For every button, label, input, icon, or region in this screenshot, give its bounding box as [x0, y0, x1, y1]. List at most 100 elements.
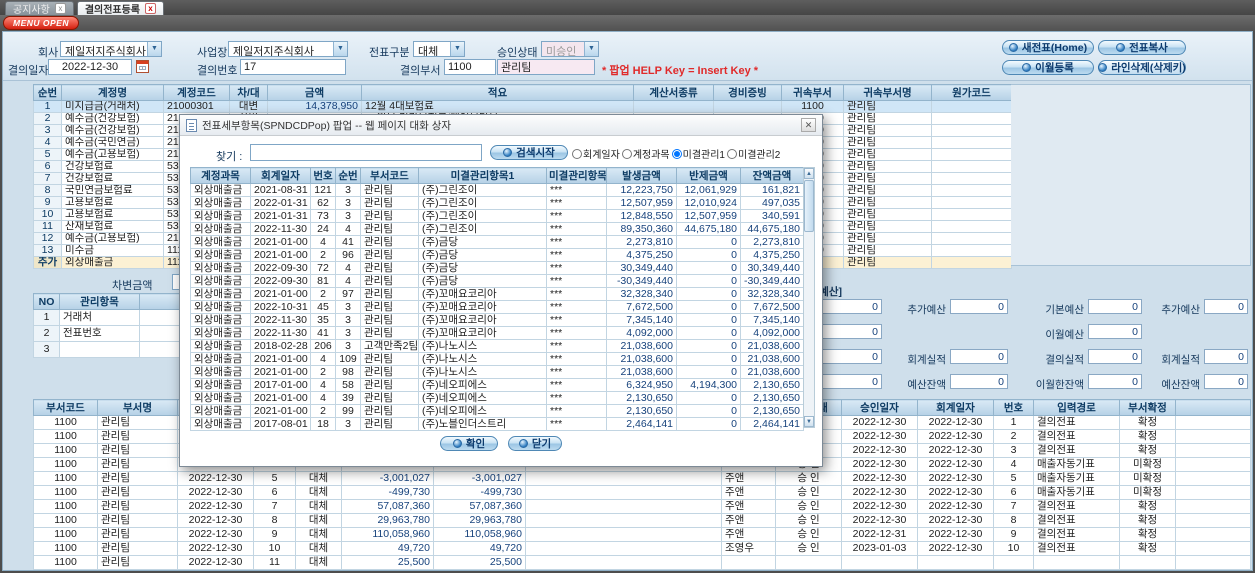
table-cell[interactable]: ***: [546, 196, 607, 210]
table-cell[interactable]: 2022-12-31: [841, 527, 918, 542]
table-cell[interactable]: 58: [335, 378, 361, 392]
table-cell[interactable]: [525, 485, 722, 500]
table-cell[interactable]: ***: [546, 274, 607, 288]
table-cell[interactable]: 11: [33, 220, 62, 233]
table-cell[interactable]: 2022-12-30: [841, 471, 918, 486]
table-cell[interactable]: 21,038,600: [606, 365, 677, 379]
table-cell[interactable]: 관리팀: [843, 196, 932, 209]
budget-value[interactable]: [950, 374, 1008, 389]
table-cell[interactable]: 2,464,141: [740, 417, 804, 431]
table-cell[interactable]: 2: [310, 365, 336, 379]
table-cell[interactable]: 관리팀: [360, 261, 419, 275]
table-cell[interactable]: 2021-01-00: [250, 365, 311, 379]
table-cell[interactable]: 1100: [33, 457, 98, 472]
table-cell[interactable]: 2021-01-00: [250, 287, 311, 301]
table-cell[interactable]: 2022-12-30: [177, 499, 254, 514]
table-cell[interactable]: 7,345,140: [606, 313, 677, 327]
table-cell[interactable]: 12,010,924: [676, 196, 741, 210]
table-cell[interactable]: [59, 341, 140, 358]
table-cell[interactable]: 4,375,250: [606, 248, 677, 262]
table-cell[interactable]: 35: [310, 313, 336, 327]
table-cell[interactable]: 13: [33, 244, 62, 257]
table-row[interactable]: 외상매출금 2021-01-00 4 41 관리팀 (주)금당 *** 2,273,810 0 2…: [190, 235, 804, 249]
table-cell[interactable]: 3: [335, 326, 361, 340]
table-cell[interactable]: 산재보험료: [61, 220, 164, 233]
table-cell[interactable]: 2022-12-30: [177, 555, 254, 570]
table-cell[interactable]: (주)그린조이: [418, 222, 547, 236]
table-cell[interactable]: 3: [335, 300, 361, 314]
table-cell[interactable]: 관리팀: [360, 196, 419, 210]
table-cell[interactable]: 대체: [295, 555, 342, 570]
table-cell[interactable]: 건강보험료: [61, 172, 164, 185]
table-cell[interactable]: 미지급금(거래처): [61, 100, 164, 113]
table-cell[interactable]: 관리팀: [97, 499, 178, 514]
table-cell[interactable]: 2022-11-30: [250, 313, 311, 327]
voucher-type-select[interactable]: 대체 ▼: [413, 41, 465, 57]
table-cell[interactable]: 외상매출금: [190, 352, 251, 366]
table-cell[interactable]: 8: [33, 184, 62, 197]
table-cell[interactable]: 미확정: [1119, 471, 1176, 486]
table-cell[interactable]: 조영우: [721, 541, 776, 556]
table-cell[interactable]: 주앤: [721, 527, 776, 542]
table-row[interactable]: 외상매출금 2022-10-31 45 3 관리팀 (주)꼬매요코리아 *** 7,672,5…: [190, 300, 804, 314]
table-cell[interactable]: 0: [676, 391, 741, 405]
table-cell[interactable]: 1100: [33, 541, 98, 556]
table-cell[interactable]: 4: [335, 274, 361, 288]
close-icon[interactable]: ✕: [801, 118, 816, 132]
table-cell[interactable]: 6,324,950: [606, 378, 677, 392]
table-cell[interactable]: 2022-10-31: [250, 300, 311, 314]
table-cell[interactable]: 161,821: [740, 183, 804, 197]
table-cell[interactable]: 관리팀: [843, 112, 932, 125]
table-cell[interactable]: 예수금(건강보험): [61, 124, 164, 137]
table-cell[interactable]: 외상매출금: [190, 235, 251, 249]
carryover-register-button[interactable]: 이월등록: [1002, 60, 1094, 75]
table-cell[interactable]: 4: [33, 136, 62, 149]
table-cell[interactable]: 12,061,929: [676, 183, 741, 197]
table-cell[interactable]: 12,223,750: [606, 183, 677, 197]
table-cell[interactable]: 대체: [295, 485, 342, 500]
table-cell[interactable]: 주앤: [721, 513, 776, 528]
table-cell[interactable]: [931, 100, 1012, 113]
chevron-down-icon[interactable]: ▼: [584, 42, 598, 56]
table-row[interactable]: 외상매출금2018-02-282063고객만족2팀(J(주)나노시스***21,…: [190, 339, 804, 353]
table-cell[interactable]: 2021-01-00: [250, 391, 311, 405]
table-cell[interactable]: ***: [546, 183, 607, 197]
table-cell[interactable]: [633, 100, 714, 113]
table-cell[interactable]: -3,001,027: [341, 471, 434, 486]
tab-close-icon[interactable]: x: [145, 3, 157, 14]
table-cell[interactable]: 81: [310, 274, 336, 288]
table-cell[interactable]: 18: [310, 417, 336, 431]
table-cell[interactable]: 12,507,959: [606, 196, 677, 210]
table-cell[interactable]: 예수금(고용보험): [61, 232, 164, 245]
table-cell[interactable]: 21,038,600: [740, 339, 804, 353]
table-cell[interactable]: 확정: [1119, 415, 1176, 430]
table-cell[interactable]: 21000301: [163, 100, 230, 113]
table-cell[interactable]: 10: [33, 208, 62, 221]
table-cell[interactable]: 관리팀: [360, 326, 419, 340]
table-cell[interactable]: 건강보험료: [61, 160, 164, 173]
table-cell[interactable]: 2021-01-00: [250, 352, 311, 366]
table-cell[interactable]: 예수금(고용보험): [61, 148, 164, 161]
table-cell[interactable]: 2022-12-30: [917, 541, 994, 556]
table-row[interactable]: 1100 관리팀 2022-12-30 10 대체 49,720 49,720 조영우 승 인2…: [33, 541, 1251, 556]
table-cell[interactable]: 고객만족2팀(J: [360, 339, 419, 353]
table-cell[interactable]: 2022-12-30: [841, 443, 918, 458]
table-cell[interactable]: 25,500: [433, 555, 526, 570]
menu-open-button[interactable]: MENU OPEN: [3, 16, 79, 30]
table-cell[interactable]: (주)꼬매요코리아: [418, 313, 547, 327]
table-cell[interactable]: 0: [676, 248, 741, 262]
table-cell[interactable]: 1: [33, 100, 62, 113]
table-cell[interactable]: 관리팀: [843, 100, 932, 113]
table-cell[interactable]: 2022-12-30: [177, 471, 254, 486]
table-cell[interactable]: 0: [676, 261, 741, 275]
table-cell[interactable]: 3: [335, 313, 361, 327]
table-cell[interactable]: 대체: [295, 499, 342, 514]
table-cell[interactable]: 497,035: [740, 196, 804, 210]
scrollbar-thumb[interactable]: [804, 180, 814, 232]
table-cell[interactable]: ***: [546, 326, 607, 340]
table-cell[interactable]: 11: [253, 555, 296, 570]
table-cell[interactable]: 57,087,360: [341, 499, 434, 514]
table-cell[interactable]: 6: [993, 485, 1034, 500]
table-cell[interactable]: 전표번호: [59, 325, 140, 342]
table-cell[interactable]: -499,730: [433, 485, 526, 500]
